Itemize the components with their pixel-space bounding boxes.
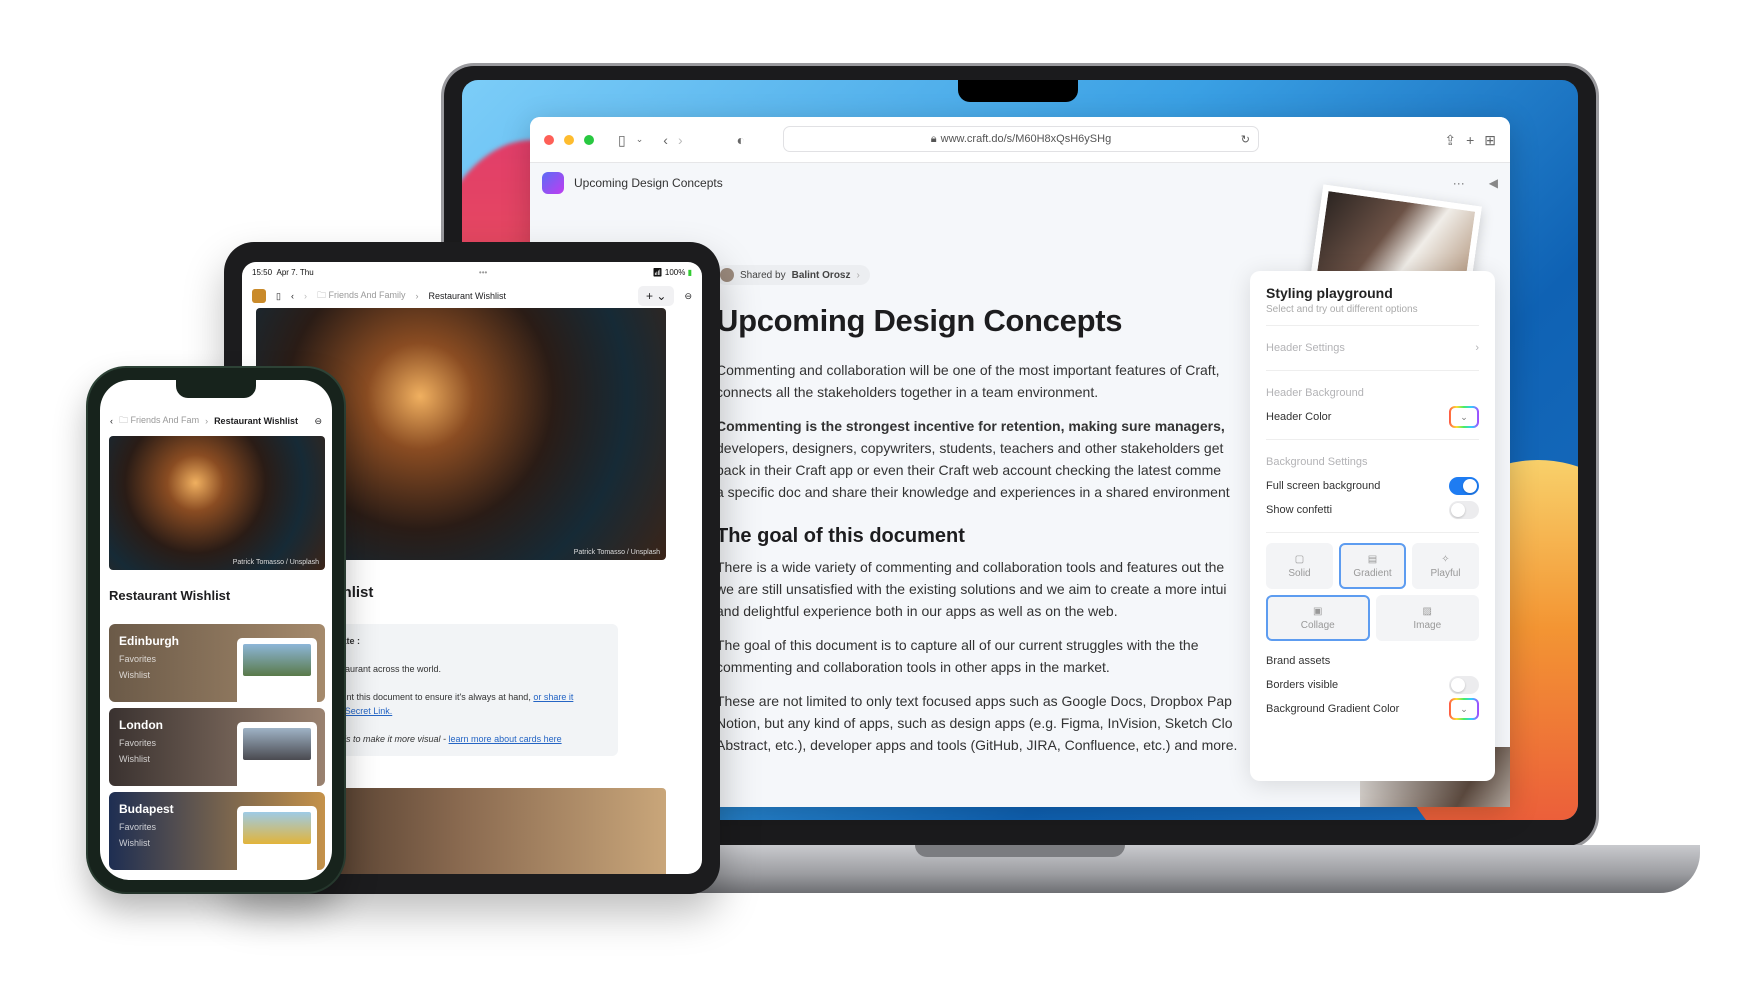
show-confetti-label: Show confetti: [1266, 504, 1333, 516]
breadcrumb-current: Restaurant Wishlist: [214, 416, 298, 426]
laptop-notch: [958, 80, 1078, 102]
sidebar-icon[interactable]: ▯: [276, 291, 281, 302]
forward-icon[interactable]: ›: [304, 291, 307, 301]
share-icon[interactable]: ⇪: [1444, 133, 1456, 147]
option-solid[interactable]: ▢ Solid: [1266, 543, 1333, 589]
app-logo: [542, 172, 564, 194]
city-card-budapest[interactable]: Budapest Favorites Wishlist: [109, 792, 325, 870]
add-button[interactable]: + ⌄: [638, 286, 675, 306]
city-card-london[interactable]: London Favorites Wishlist: [109, 708, 325, 786]
image-icon: ▨: [1422, 605, 1432, 617]
back-icon[interactable]: ‹: [663, 133, 668, 147]
paragraph: These are not limited to only text focus…: [716, 693, 1238, 753]
header-background-label: Header Background: [1266, 387, 1364, 399]
borders-visible-label: Borders visible: [1266, 679, 1339, 691]
breadcrumb-current: Restaurant Wishlist: [428, 291, 507, 301]
full-screen-background-toggle[interactable]: [1449, 477, 1479, 495]
phone-screen: ‹ 🗀 Friends And Fam › Restaurant Wishlis…: [100, 380, 332, 880]
chevron-right-icon: ›: [856, 269, 860, 281]
craft-icon[interactable]: ◀: [1489, 176, 1498, 190]
back-icon[interactable]: ‹: [110, 416, 113, 426]
option-image[interactable]: ▨ Image: [1375, 595, 1479, 641]
sparkle-icon: ✧: [1441, 553, 1450, 565]
collage-icon: ▣: [1313, 605, 1323, 617]
shield-icon[interactable]: ◐: [737, 133, 745, 147]
document-title: Upcoming Design Concepts: [716, 303, 1123, 338]
hero-image: Patrick Tomasso / Unsplash: [109, 436, 325, 570]
forward-icon[interactable]: ›: [678, 133, 683, 147]
gradient-icon: ▤: [1367, 553, 1378, 565]
shared-prefix: Shared by: [740, 269, 786, 281]
option-gradient[interactable]: ▤ Gradient: [1339, 543, 1406, 589]
folder-icon: 🗀: [119, 415, 129, 425]
paragraph: Commenting and collaboration will be one…: [716, 362, 1220, 400]
breadcrumb-parent[interactable]: 🗀 Friends And Fam: [119, 413, 199, 429]
background-gradient-color-label: Background Gradient Color: [1266, 703, 1400, 715]
sidebar-icon[interactable]: ▯: [618, 133, 626, 147]
more-icon[interactable]: ⊖: [314, 416, 322, 427]
panel-title: Styling playground: [1266, 285, 1393, 301]
background-settings-label: Background Settings: [1266, 456, 1368, 468]
lock-icon: 🔒︎: [930, 132, 937, 145]
battery-icon: ▮: [687, 268, 692, 277]
full-screen-background-label: Full screen background: [1266, 480, 1381, 492]
status-bar: 15:50 Apr 7. Thu ••• 📶︎ 100% ▮: [252, 268, 692, 277]
url-bar[interactable]: 🔒︎ www.craft.do/s/M60H8xQsH6ySHg ↻: [783, 126, 1259, 152]
square-icon: ▢: [1294, 553, 1305, 565]
paragraph: The goal of this document is to capture …: [716, 637, 1199, 675]
wifi-icon: 📶︎: [652, 268, 663, 277]
header-settings-row[interactable]: Header Settings ›: [1266, 336, 1479, 360]
breadcrumb-parent[interactable]: 🗀 Friends And Family: [317, 288, 406, 304]
section-heading: The goal of this document: [716, 525, 965, 547]
laptop-base-notch: [915, 845, 1125, 857]
share-link[interactable]: or share it: [533, 692, 573, 702]
show-confetti-toggle[interactable]: [1449, 501, 1479, 519]
styling-panel: Styling playground Select and try out di…: [1250, 271, 1495, 781]
paragraph: There is a wide variety of commenting an…: [716, 559, 1227, 619]
more-icon[interactable]: ···: [1453, 176, 1465, 190]
browser-toolbar: ▯ ⌄ ‹ › ◐ 🔒︎ www.craft.do/s/M60H8xQsH6yS…: [530, 117, 1510, 163]
header-color-label: Header Color: [1266, 411, 1332, 423]
minimize-button[interactable]: [564, 134, 574, 145]
phone-notch: [176, 380, 256, 398]
paragraph: Commenting is the strongest incentive fo…: [716, 418, 1230, 500]
document-body: Shared by Balint Orosz › Upcoming Design…: [716, 265, 1276, 768]
page-heading: Restaurant Wishlist: [109, 588, 231, 603]
avatar: [720, 268, 734, 282]
tab-overview-icon[interactable]: ⊞: [1484, 133, 1496, 147]
brand-assets-label[interactable]: Brand assets: [1266, 655, 1330, 667]
new-tab-icon[interactable]: +: [1466, 133, 1474, 147]
header-color-picker[interactable]: ⌄: [1449, 406, 1479, 428]
app-title: Upcoming Design Concepts: [574, 176, 723, 190]
option-collage[interactable]: ▣ Collage: [1266, 595, 1370, 641]
zoom-button[interactable]: [584, 134, 594, 145]
chevron-right-icon: ›: [1475, 342, 1479, 354]
panel-subtitle: Select and try out different options: [1266, 304, 1418, 315]
borders-visible-toggle[interactable]: [1449, 676, 1479, 694]
close-button[interactable]: [544, 134, 554, 145]
city-card-edinburgh[interactable]: Edinburgh Favorites Wishlist: [109, 624, 325, 702]
cards-link[interactable]: learn more about cards here: [449, 734, 562, 744]
folder-icon: 🗀: [316, 290, 326, 300]
app-icon[interactable]: [252, 289, 266, 303]
url-text: www.craft.do/s/M60H8xQsH6ySHg: [940, 133, 1112, 145]
tablet-toolbar: ▯ ‹ › 🗀 Friends And Family › Restaurant …: [242, 283, 702, 309]
shared-by-name: Balint Orosz: [791, 269, 851, 281]
photo-credit: Patrick Tomasso / Unsplash: [573, 549, 660, 556]
shared-by-pill[interactable]: Shared by Balint Orosz ›: [716, 265, 870, 285]
template-card: s template : orite restaurant across the…: [298, 624, 618, 756]
background-gradient-color-picker[interactable]: ⌄: [1449, 698, 1479, 720]
more-icon[interactable]: ⊖: [684, 291, 692, 302]
back-icon[interactable]: ‹: [291, 291, 294, 301]
reload-icon[interactable]: ↻: [1241, 133, 1250, 146]
chevron-down-icon[interactable]: ⌄: [636, 135, 644, 144]
option-playful[interactable]: ✧ Playful: [1412, 543, 1479, 589]
